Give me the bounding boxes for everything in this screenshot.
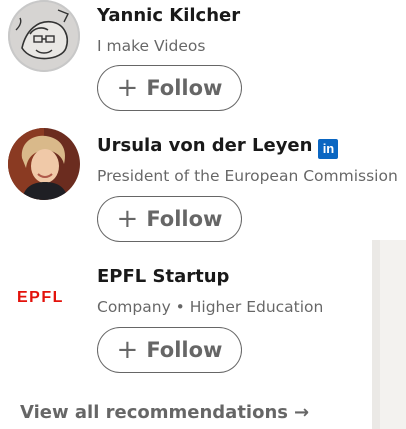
arrow-right-icon: → xyxy=(294,402,310,423)
follow-label: Follow xyxy=(146,338,223,362)
view-all-label: View all recommendations xyxy=(20,402,288,423)
plus-icon: + xyxy=(116,335,139,365)
follow-button[interactable]: + Follow xyxy=(97,327,242,373)
company-logo[interactable]: EPFL xyxy=(17,289,64,307)
background-strip xyxy=(372,240,406,429)
recommendation-item: EPFL EPFL Startup Company • Higher Educa… xyxy=(0,0,372,380)
recommendations-panel: Yannic Kilcher I make Videos + Follow Ur… xyxy=(0,0,406,429)
company-headline: Company • Higher Education xyxy=(97,298,324,316)
company-name[interactable]: EPFL Startup xyxy=(97,266,229,287)
view-all-recommendations-link[interactable]: View all recommendations → xyxy=(20,402,309,423)
